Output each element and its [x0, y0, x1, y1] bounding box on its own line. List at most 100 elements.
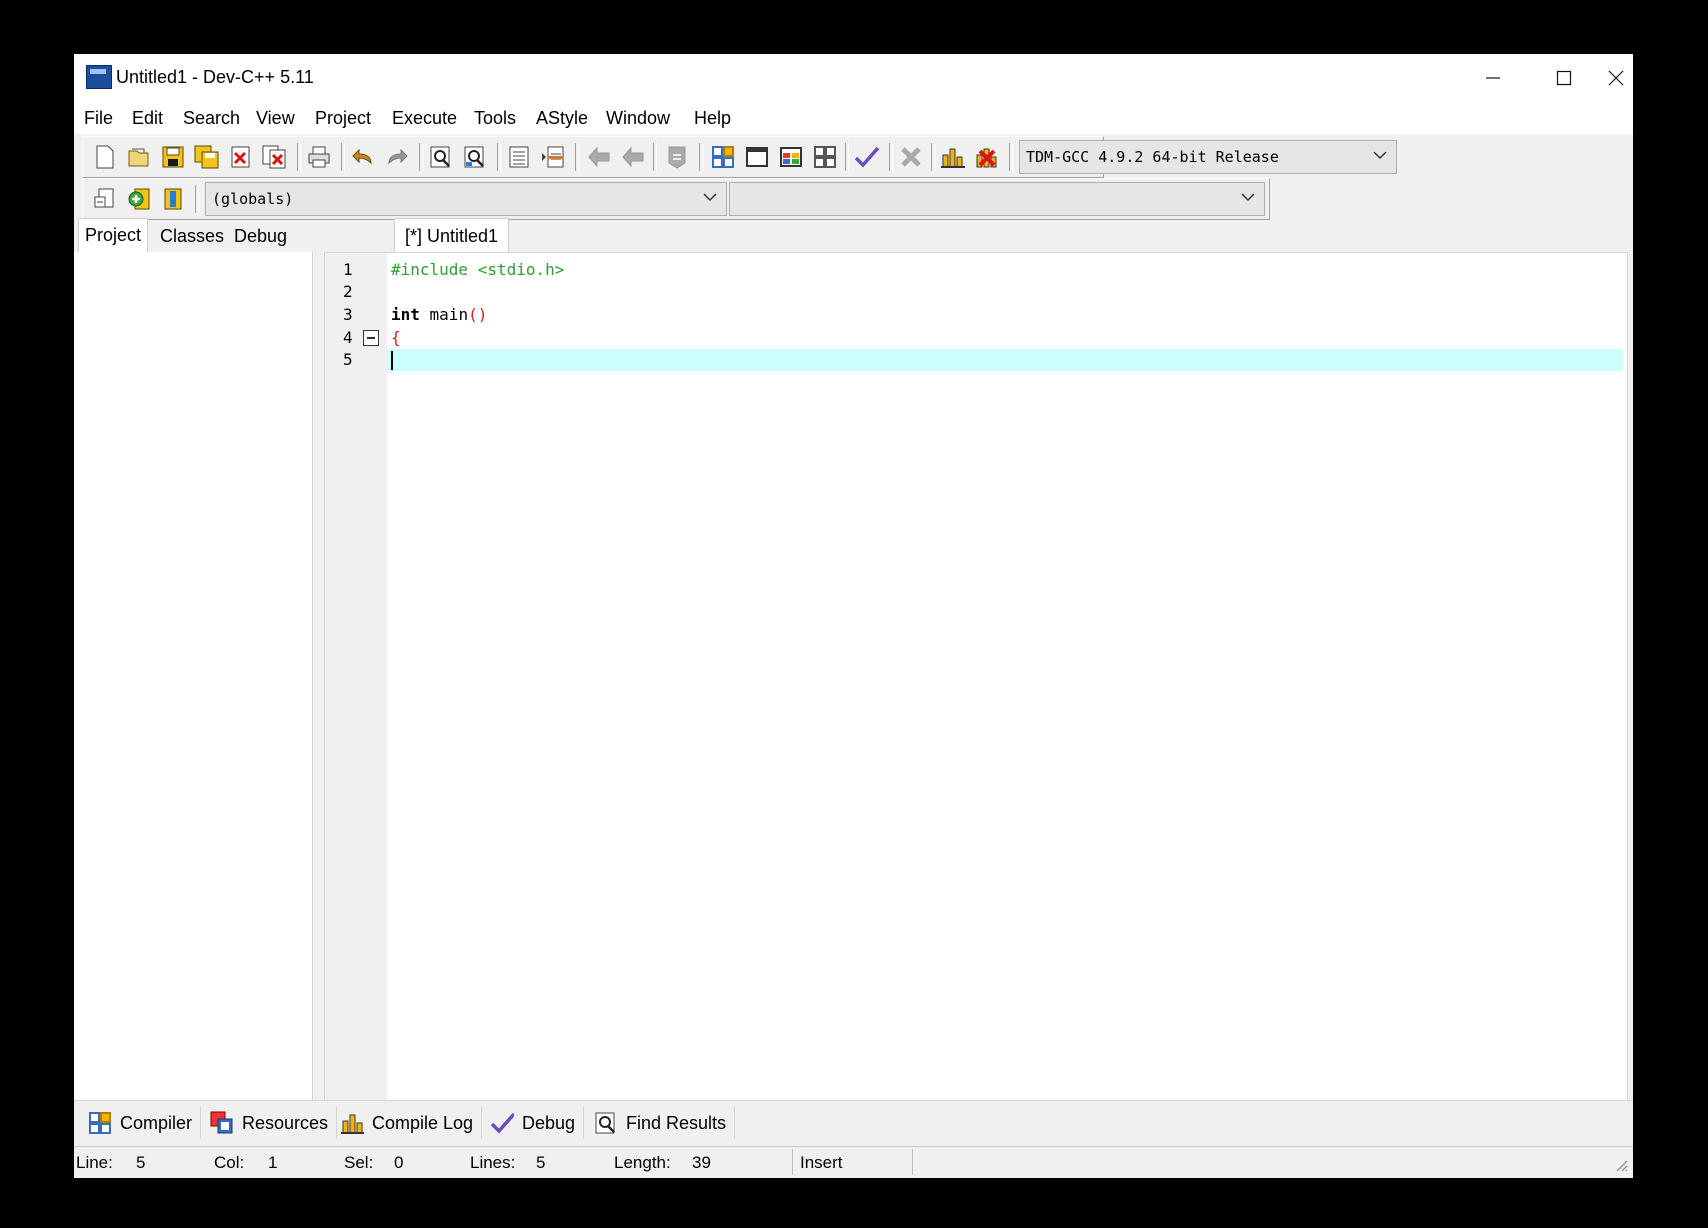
tab-compiler[interactable]: Compiler — [82, 1107, 202, 1139]
code-line-1: #include <stdio.h> — [391, 260, 565, 279]
code-line-4: { — [391, 328, 401, 347]
goto-back-icon[interactable] — [585, 143, 613, 171]
open-file-icon[interactable] — [125, 143, 153, 171]
close-button[interactable] — [1599, 54, 1633, 102]
toolbar-separator — [699, 143, 703, 171]
minimize-icon — [1486, 77, 1500, 79]
maximize-icon — [1556, 70, 1572, 86]
stop-icon[interactable] — [897, 143, 925, 171]
indent-icon[interactable] — [505, 143, 533, 171]
toolbar-separator — [575, 143, 579, 171]
tab-debug-label: Debug — [522, 1112, 576, 1133]
project-tree[interactable] — [74, 252, 313, 1100]
menu-tools[interactable]: Tools — [474, 108, 516, 129]
status-sel-label: Sel: — [344, 1153, 374, 1172]
line-number: 1 — [343, 260, 353, 279]
status-line-label: Line: — [76, 1153, 113, 1172]
line-number: 4 — [343, 328, 353, 347]
new-class-icon[interactable] — [91, 185, 119, 213]
toolbar-separator — [195, 185, 199, 213]
menu-astyle[interactable]: AStyle — [536, 108, 588, 129]
compile-log-chart-icon — [340, 1111, 364, 1135]
fold-collapse-icon[interactable] — [363, 330, 379, 346]
chevron-down-icon — [1240, 187, 1256, 211]
compiler-grid-icon — [88, 1111, 112, 1135]
print-icon[interactable] — [305, 143, 333, 171]
tab-debug-output[interactable]: Debug — [484, 1107, 585, 1139]
toolbar-separator — [497, 143, 501, 171]
resize-grip-icon[interactable] — [1614, 1157, 1628, 1177]
close-all-icon[interactable] — [261, 143, 289, 171]
scope-select[interactable]: (globals) — [205, 182, 727, 216]
menu-bar: File Edit Search View Project Execute To… — [74, 102, 1633, 134]
remove-file-icon[interactable] — [159, 185, 187, 213]
toolbar-separator — [341, 143, 345, 171]
status-divider — [912, 1149, 913, 1175]
close-icon — [1608, 70, 1624, 86]
line-number: 5 — [343, 350, 353, 369]
menu-view[interactable]: View — [256, 108, 295, 129]
member-select[interactable] — [729, 182, 1265, 216]
status-col-label: Col: — [214, 1153, 245, 1172]
undo-icon[interactable] — [349, 143, 377, 171]
menu-edit[interactable]: Edit — [132, 108, 163, 129]
maximize-button[interactable] — [1529, 54, 1599, 102]
window-title: Untitled1 - Dev-C++ 5.11 — [116, 67, 314, 87]
keyword-int: int — [391, 305, 420, 324]
tab-resources-label: Resources — [242, 1112, 329, 1133]
run-icon[interactable] — [743, 143, 771, 171]
main-toolbar: TDM-GCC 4.9.2 64-bit Release — [82, 136, 1397, 178]
compiler-select[interactable]: TDM-GCC 4.9.2 64-bit Release — [1019, 140, 1397, 174]
editor-tabs: [*] Untitled1 — [324, 216, 1633, 253]
menu-search[interactable]: Search — [183, 108, 240, 129]
minimize-button[interactable] — [1458, 54, 1528, 102]
compiler-select-value: TDM-GCC 4.9.2 64-bit Release — [1026, 148, 1279, 166]
rebuild-icon[interactable] — [811, 143, 839, 171]
identifier-main: main — [419, 305, 469, 324]
syntax-check-icon[interactable] — [853, 143, 881, 171]
bookmark-icon[interactable] — [663, 143, 691, 171]
tab-project[interactable]: Project — [78, 218, 149, 253]
status-line-value: 5 — [136, 1153, 146, 1172]
menu-window[interactable]: Window — [606, 108, 670, 129]
status-divider — [792, 1149, 793, 1175]
menu-help[interactable]: Help — [694, 108, 731, 129]
status-lines-value: 5 — [536, 1153, 546, 1172]
unindent-icon[interactable] — [539, 143, 567, 171]
tab-compiler-label: Compiler — [120, 1112, 193, 1133]
tab-compile-log[interactable]: Compile Log — [334, 1107, 483, 1139]
save-all-icon[interactable] — [193, 143, 221, 171]
devcpp-app-icon — [86, 65, 112, 89]
resources-icon — [210, 1111, 234, 1135]
chevron-down-icon — [702, 187, 718, 211]
replace-icon[interactable] — [461, 143, 489, 171]
compile-run-icon[interactable] — [777, 143, 805, 171]
status-length-label: Length: — [614, 1153, 671, 1172]
line-number: 3 — [343, 305, 353, 324]
toolbar-separator — [419, 143, 423, 171]
tab-classes[interactable]: Classes — [154, 220, 230, 252]
close-file-icon[interactable] — [227, 143, 255, 171]
compile-icon[interactable] — [709, 143, 737, 171]
new-file-icon[interactable] — [91, 143, 119, 171]
code-editor[interactable]: 1 2 3 4 5 #include <stdio.h> int main() … — [324, 252, 1628, 1102]
panel-splitter[interactable] — [314, 220, 324, 1100]
menu-execute[interactable]: Execute — [392, 108, 457, 129]
profile-icon[interactable] — [939, 143, 967, 171]
goto-forward-icon[interactable] — [619, 143, 647, 171]
text-caret — [391, 351, 393, 370]
toolbar-separator — [845, 143, 849, 171]
menu-project[interactable]: Project — [315, 108, 371, 129]
menu-file[interactable]: File — [84, 108, 113, 129]
tab-untitled1[interactable]: [*] Untitled1 — [394, 218, 510, 253]
find-icon[interactable] — [427, 143, 455, 171]
tab-find-results[interactable]: Find Results — [588, 1107, 736, 1139]
add-file-icon[interactable] — [125, 185, 153, 213]
delete-profile-icon[interactable] — [973, 143, 1001, 171]
line-gutter: 1 2 3 4 5 — [325, 253, 387, 1101]
redo-icon[interactable] — [383, 143, 411, 171]
save-icon[interactable] — [159, 143, 187, 171]
tab-resources[interactable]: Resources — [204, 1107, 338, 1139]
debug-check-icon — [490, 1111, 514, 1135]
tab-debug[interactable]: Debug — [228, 220, 293, 252]
